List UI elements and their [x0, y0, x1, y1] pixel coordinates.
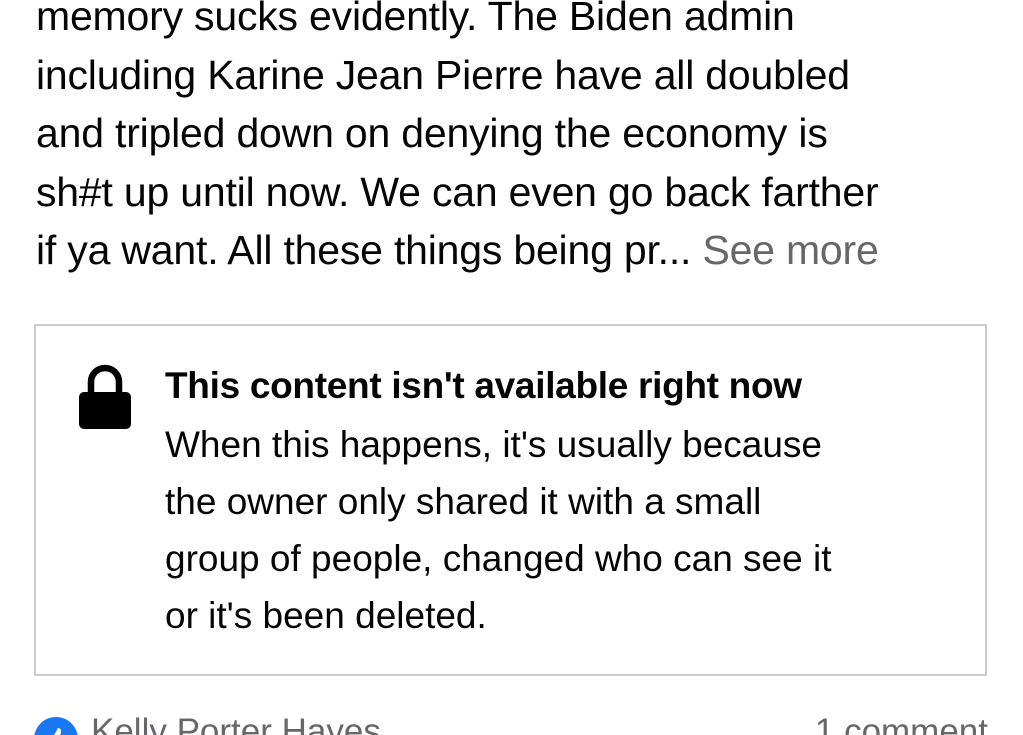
- unavailable-body-line: group of people, changed who can see it: [165, 538, 832, 579]
- post-text-line: sh#t up until now. We can even go back f…: [36, 168, 879, 215]
- comment-count-link[interactable]: 1 comment: [815, 712, 988, 735]
- unavailable-body: When this happens, it's usually because …: [165, 416, 965, 644]
- unavailable-title: This content isn't available right now: [165, 365, 802, 406]
- see-more-link[interactable]: See more: [702, 227, 878, 273]
- post-text: memory sucks evidently. The Biden admin …: [36, 0, 996, 280]
- post-text-line: and tripled down on denying the economy …: [36, 110, 828, 156]
- like-icon: [54, 728, 61, 735]
- unavailable-body-line: the owner only shared it with a small: [165, 481, 762, 522]
- like-reaction-badge[interactable]: [34, 717, 78, 735]
- unavailable-body-line: When this happens, it's usually because: [165, 424, 823, 465]
- post-text-last-line: if ya want. All these things being pr...…: [36, 221, 996, 280]
- post-text-truncated: if ya want. All these things being pr...: [36, 227, 692, 273]
- reactor-name[interactable]: Kelly Porter Hayes: [91, 712, 381, 735]
- post-text-line: memory sucks evidently. The Biden admin: [36, 0, 795, 39]
- unavailable-message: This content isn't available right now W…: [165, 361, 965, 644]
- unavailable-body-line: or it's been deleted.: [165, 595, 487, 636]
- content-unavailable-card: This content isn't available right now W…: [34, 324, 987, 676]
- post-text-line: including Karine Jean Pierre have all do…: [36, 51, 850, 98]
- reactions-footer: Kelly Porter Hayes 1 comment: [34, 712, 990, 735]
- lock-icon: [79, 364, 131, 429]
